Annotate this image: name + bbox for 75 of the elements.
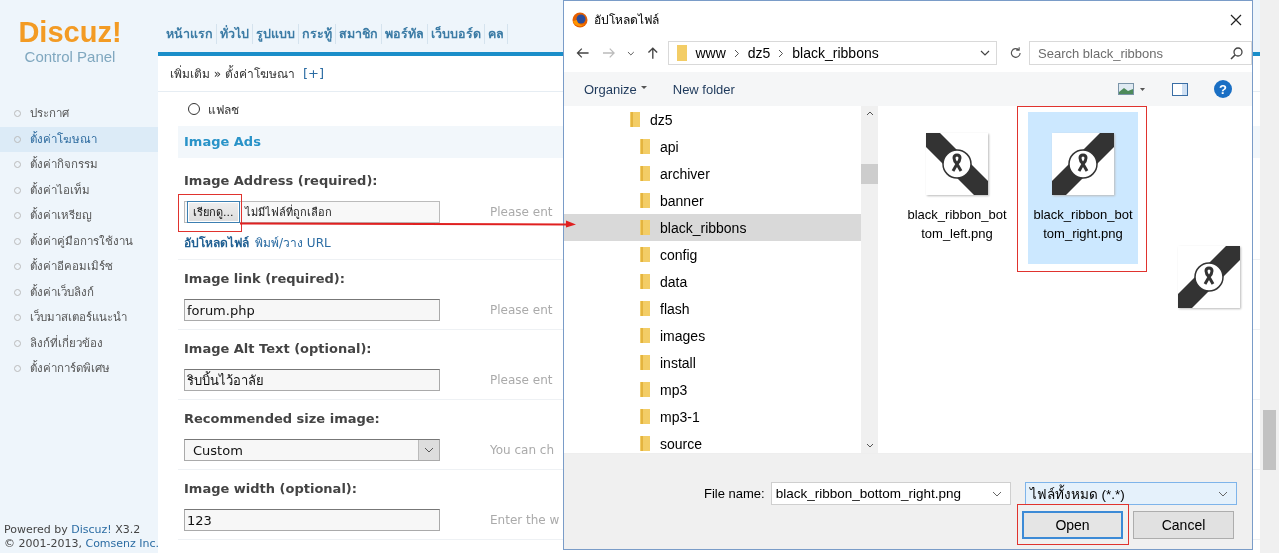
- folder-tree-item[interactable]: mp3-1: [564, 403, 861, 430]
- sidebar-item[interactable]: ลิงก์ที่เกี่ยวข้อง: [0, 330, 158, 356]
- nav-tab[interactable]: เว็บบอร์ด: [428, 24, 485, 44]
- folder-tree-item[interactable]: archiver: [564, 160, 861, 187]
- file-name-label: File name:: [704, 486, 765, 501]
- field-label: Recommended size image:: [184, 410, 380, 428]
- dialog-title: อัปโหลดไฟล์: [594, 12, 660, 29]
- version-text: X3.2: [115, 523, 141, 536]
- sidebar-item[interactable]: ตั้งค่าคู่มือการใช้งาน: [0, 228, 158, 254]
- sidebar-item[interactable]: ตั้งค่าอีคอมเมิร์ซ: [0, 254, 158, 280]
- sidebar-item[interactable]: ประกาศ: [0, 101, 158, 127]
- field-label: Image Alt Text (optional):: [184, 340, 372, 358]
- help-button[interactable]: ?: [1214, 80, 1232, 98]
- nav-tab[interactable]: กระทู้: [299, 24, 336, 44]
- nav-tab[interactable]: สมาชิก: [336, 24, 382, 44]
- breadcrumb: เพิ่มเติม » ตั้งค่าโฆษณา: [170, 64, 295, 83]
- new-folder-button[interactable]: New folder: [672, 81, 735, 97]
- browse-button[interactable]: เรียกดู...: [187, 201, 240, 223]
- field-label: Image Address (required):: [184, 172, 378, 190]
- size-select[interactable]: Custom: [184, 439, 440, 461]
- logo-text: Discuz!: [18, 16, 122, 48]
- folder-tree-item[interactable]: images: [564, 322, 861, 349]
- sidebar-item[interactable]: ตั้งค่าโฆษณา: [0, 126, 158, 152]
- add-link[interactable]: [+]: [303, 66, 325, 81]
- radio-label: แฟลช: [208, 101, 239, 119]
- field-hint: Please ent: [490, 373, 553, 387]
- path-segment[interactable]: black_ribbons: [792, 45, 879, 61]
- nav-tab[interactable]: หน้าแรก: [163, 24, 217, 44]
- address-bar[interactable]: www dz5 black_ribbons: [668, 41, 998, 65]
- folder-tree-item[interactable]: install: [564, 349, 861, 376]
- nav-tab[interactable]: คล: [485, 24, 508, 44]
- company-link[interactable]: Comsenz Inc.: [85, 537, 160, 550]
- folder-tree-item[interactable]: banner: [564, 187, 861, 214]
- open-button[interactable]: Open: [1022, 511, 1123, 539]
- input-field[interactable]: ริบบิ้นไว้อาลัย: [184, 369, 440, 391]
- file-name-field[interactable]: black_ribbon_bottom_right.png: [770, 482, 1011, 505]
- folder-tree-item[interactable]: config: [564, 241, 861, 268]
- path-segment[interactable]: www: [695, 45, 726, 61]
- folder-tree-item[interactable]: black_ribbons: [564, 214, 861, 241]
- sidebar-item[interactable]: ตั้งค่าเว็บลิงก์: [0, 279, 158, 305]
- source-tab[interactable]: พิมพ์/วาง URL: [255, 232, 331, 252]
- field-hint: Enter the w: [490, 513, 560, 527]
- file-status: ไม่มีไฟล์ที่ถูกเลือก: [244, 203, 332, 221]
- copyright-text: © 2001-2013,: [4, 537, 82, 550]
- field-hint: Please ent: [490, 303, 553, 317]
- path-segment[interactable]: dz5: [747, 45, 771, 61]
- file-type-select[interactable]: ไฟล์ทั้งหมด (*.*): [1024, 482, 1237, 505]
- footer-text: Powered by: [4, 523, 68, 536]
- sidebar-item[interactable]: ตั้งค่าการ์ดพิเศษ: [0, 356, 158, 382]
- product-link[interactable]: Discuz!: [71, 523, 112, 536]
- field-label: Image link (required):: [184, 270, 345, 288]
- folder-tree-item[interactable]: source: [564, 430, 861, 453]
- folder-tree-item[interactable]: mp3: [564, 376, 861, 403]
- cancel-button[interactable]: Cancel: [1133, 511, 1234, 539]
- field-label: Image width (optional):: [184, 480, 357, 498]
- folder-tree-item[interactable]: data: [564, 268, 861, 295]
- file-item[interactable]: black_ribbon_bot tom_right.png: [1028, 112, 1138, 264]
- search-field[interactable]: Search black_ribbons: [1029, 41, 1252, 65]
- sidebar-item[interactable]: เว็บมาสเตอร์แนะนำ: [0, 305, 158, 331]
- sidebar-item[interactable]: ตั้งค่ากิจกรรม: [0, 152, 158, 178]
- folder-tree-item[interactable]: api: [564, 133, 861, 160]
- sidebar-item[interactable]: ตั้งค่าไอเท็ม: [0, 177, 158, 203]
- input-field[interactable]: forum.php: [184, 299, 440, 321]
- logo-subtitle: Control Panel: [24, 48, 116, 66]
- nav-tab[interactable]: รูปแบบ: [253, 24, 299, 44]
- nav-tab[interactable]: ทั่วไป: [217, 24, 253, 44]
- nav-tab[interactable]: พอร์ทัล: [382, 24, 428, 44]
- file-field[interactable]: เรียกดู... ไม่มีไฟล์ที่ถูกเลือก: [184, 201, 440, 223]
- sidebar-item[interactable]: ตั้งค่าเหรียญ: [0, 203, 158, 229]
- source-tab[interactable]: อัปโหลดไฟล์: [184, 232, 249, 252]
- folder-tree-item[interactable]: flash: [564, 295, 861, 322]
- organize-button[interactable]: Organize: [584, 81, 647, 97]
- field-hint: Please ent: [490, 205, 553, 219]
- field-hint: You can ch: [490, 443, 555, 457]
- input-field[interactable]: 123: [184, 509, 440, 531]
